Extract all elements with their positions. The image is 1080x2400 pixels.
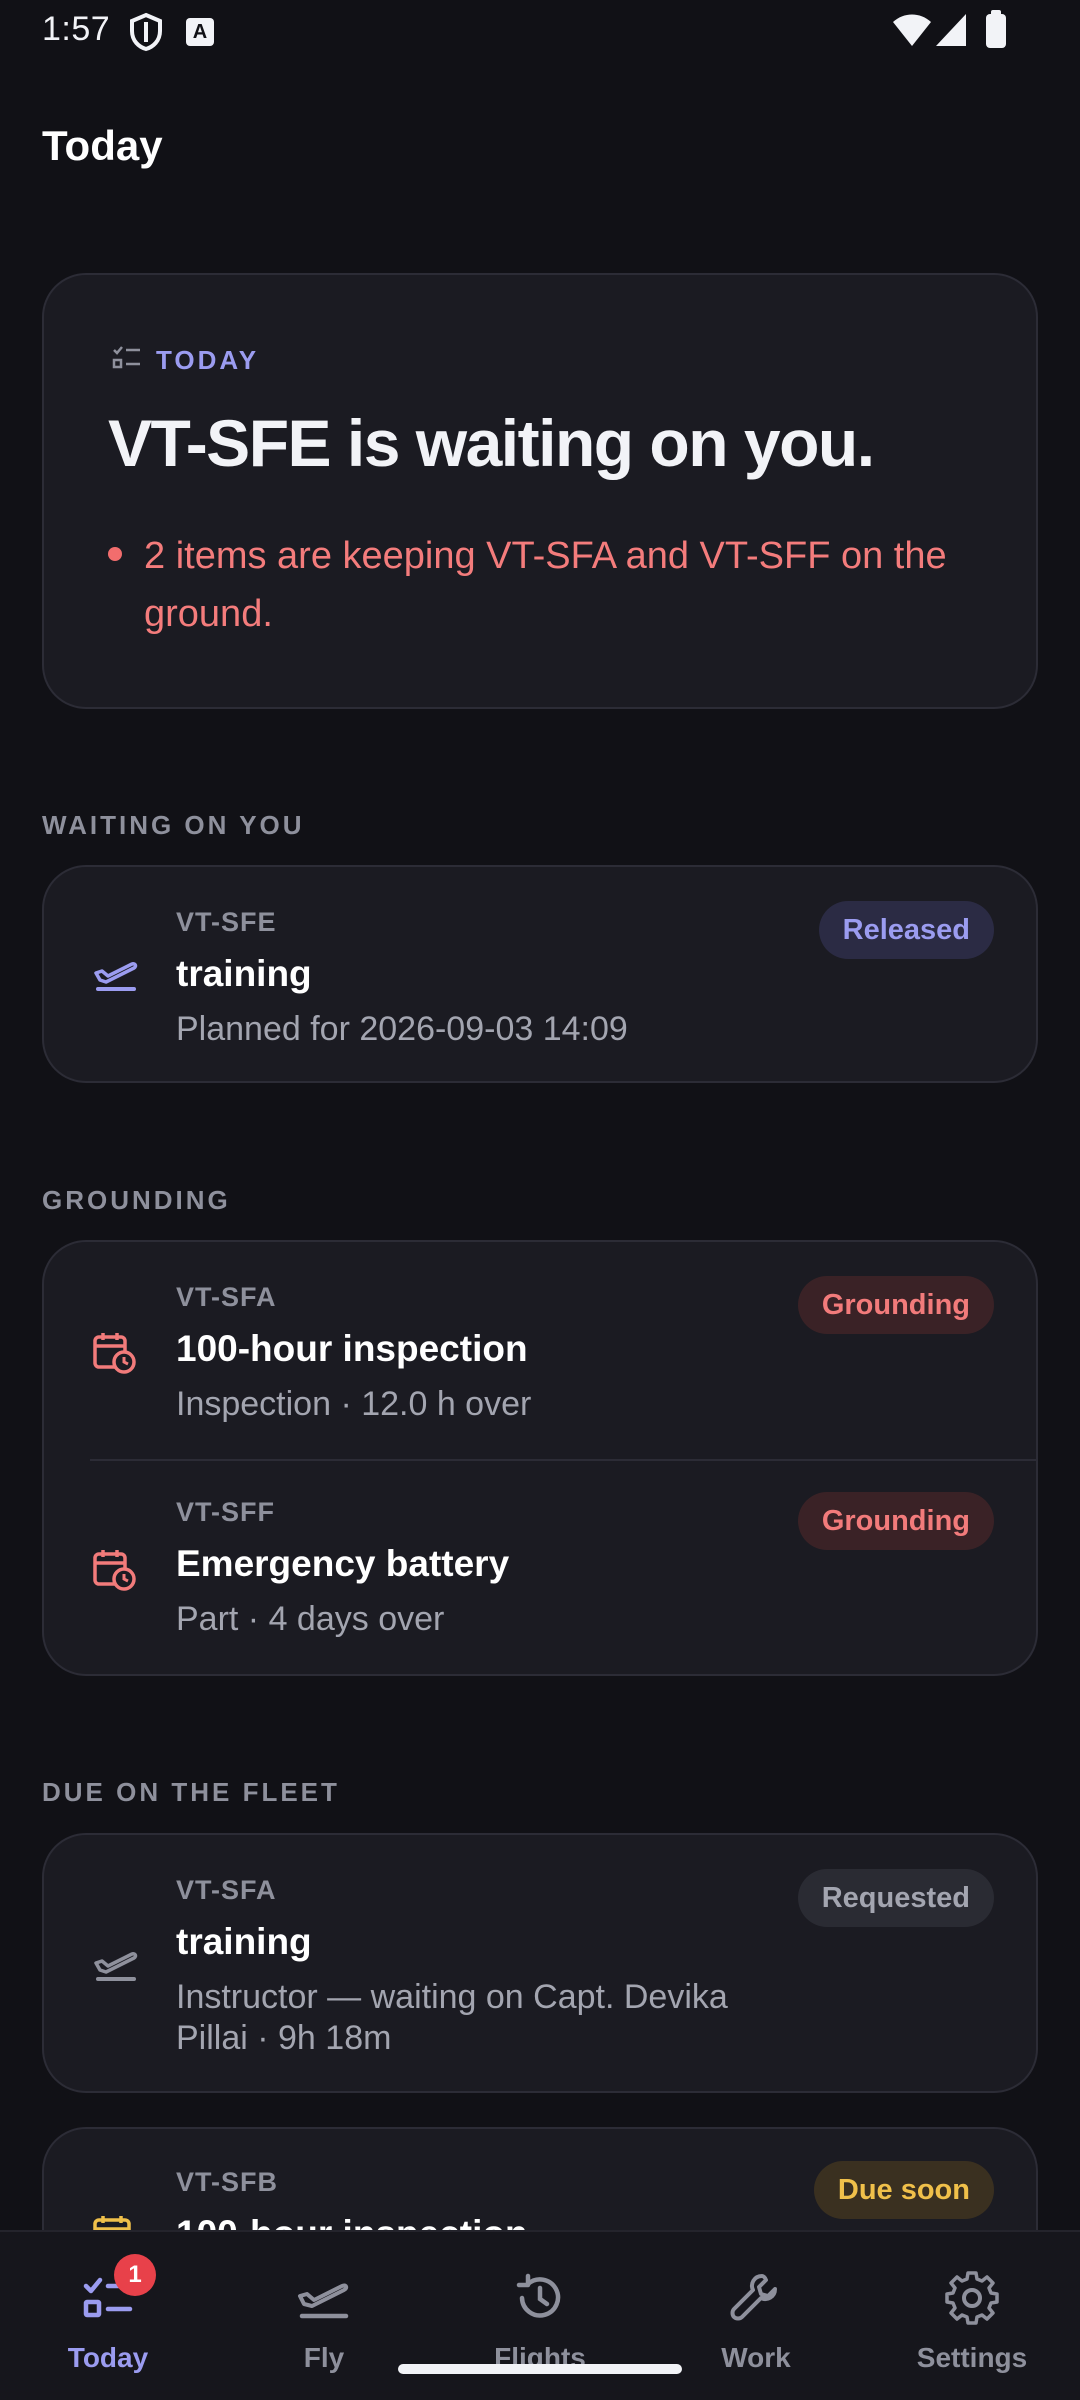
alert-dot xyxy=(108,547,122,561)
hero-kicker-label: TODAY xyxy=(156,345,260,375)
gesture-bar[interactable] xyxy=(398,2364,682,2374)
status-badge: Grounding xyxy=(797,1276,994,1334)
list-item[interactable]: VT-SFE training Planned for 2026-09-03 1… xyxy=(44,867,1036,1085)
a-notification-icon: A xyxy=(186,18,214,46)
hero-alert: 2 items are keeping VT-SFA and VT-SFF on… xyxy=(108,527,988,643)
item-title: training xyxy=(176,953,312,994)
hero-alert-text: 2 items are keeping VT-SFA and VT-SFF on… xyxy=(144,535,947,635)
battery-icon xyxy=(986,10,1006,48)
item-subtitle: Part · 4 days over xyxy=(176,1600,445,1638)
nav-tab-flights[interactable]: Flights xyxy=(432,2232,648,2400)
calendar-clock-icon xyxy=(92,1547,136,1596)
item-subtitle-continued: Pillai · 9h 18m xyxy=(176,2019,392,2057)
checklist-icon xyxy=(112,345,142,376)
status-badge: Released xyxy=(818,901,994,959)
section-label-fleet: DUE ON THE FLEET xyxy=(42,1777,340,1807)
calendar-clock-icon xyxy=(92,1330,136,1379)
status-badge: Grounding xyxy=(797,1492,994,1550)
aircraft-registration: VT-SFA xyxy=(176,1282,277,1312)
item-title: Emergency battery xyxy=(176,1543,510,1584)
wrench-icon xyxy=(726,2268,786,2328)
today-summary-card: TODAY VT-SFE is waiting on you. 2 items … xyxy=(42,273,1038,709)
bottom-navigation: 1 Today Fly Flights Work Settings xyxy=(0,2230,1080,2400)
section-label-waiting: WAITING ON YOU xyxy=(42,810,305,840)
nav-tab-fly[interactable]: Fly xyxy=(216,2232,432,2400)
shield-icon xyxy=(128,12,164,57)
status-bar: 1:57 A xyxy=(0,0,1080,64)
aircraft-registration: VT-SFB xyxy=(176,2167,279,2197)
aircraft-registration: VT-SFA xyxy=(176,1875,277,1905)
nav-label: Today xyxy=(67,2342,149,2373)
item-title: training xyxy=(176,1921,312,1962)
item-subtitle: Instructor — waiting on Capt. Devika xyxy=(176,1978,728,2016)
nav-tab-work[interactable]: Work xyxy=(648,2232,864,2400)
page-title: Today xyxy=(42,122,163,169)
grounding-card: VT-SFA 100-hour inspection Inspection · … xyxy=(42,1240,1038,1676)
fleet-item-card[interactable]: VT-SFA training Instructor — waiting on … xyxy=(42,1833,1038,2093)
aircraft-registration: VT-SFF xyxy=(176,1497,275,1527)
hero-headline: VT-SFE is waiting on you. xyxy=(108,406,875,480)
status-badge: Requested xyxy=(797,1869,994,1927)
history-icon xyxy=(510,2268,570,2328)
list-item[interactable]: VT-SFA 100-hour inspection Inspection · … xyxy=(44,1242,1036,1459)
nav-label: Settings xyxy=(916,2342,1028,2373)
item-subtitle: Planned for 2026-09-03 14:09 xyxy=(176,1010,628,1048)
signal-icon xyxy=(934,12,968,53)
nav-tab-settings[interactable]: Settings xyxy=(864,2232,1080,2400)
takeoff-icon xyxy=(294,2268,354,2328)
status-time: 1:57 xyxy=(42,10,111,48)
list-item[interactable]: VT-SFF Emergency battery Part · 4 days o… xyxy=(44,1461,1036,1678)
list-item[interactable]: VT-SFA training Instructor — waiting on … xyxy=(44,1835,1036,2095)
status-badge: Due soon xyxy=(813,2161,994,2219)
takeoff-icon xyxy=(92,953,140,1000)
waiting-item-card[interactable]: VT-SFE training Planned for 2026-09-03 1… xyxy=(42,865,1038,1083)
wifi-icon xyxy=(892,12,932,53)
gear-icon xyxy=(942,2268,1002,2328)
notification-badge: 1 xyxy=(114,2254,156,2296)
nav-tab-today[interactable]: 1 Today xyxy=(0,2232,216,2400)
section-label-grounding: GROUNDING xyxy=(42,1185,231,1215)
takeoff-icon xyxy=(92,1943,140,1990)
aircraft-registration: VT-SFE xyxy=(176,907,277,937)
item-subtitle: Inspection · 12.0 h over xyxy=(176,1385,532,1423)
hero-kicker: TODAY xyxy=(112,345,259,376)
item-title: 100-hour inspection xyxy=(176,1328,528,1369)
